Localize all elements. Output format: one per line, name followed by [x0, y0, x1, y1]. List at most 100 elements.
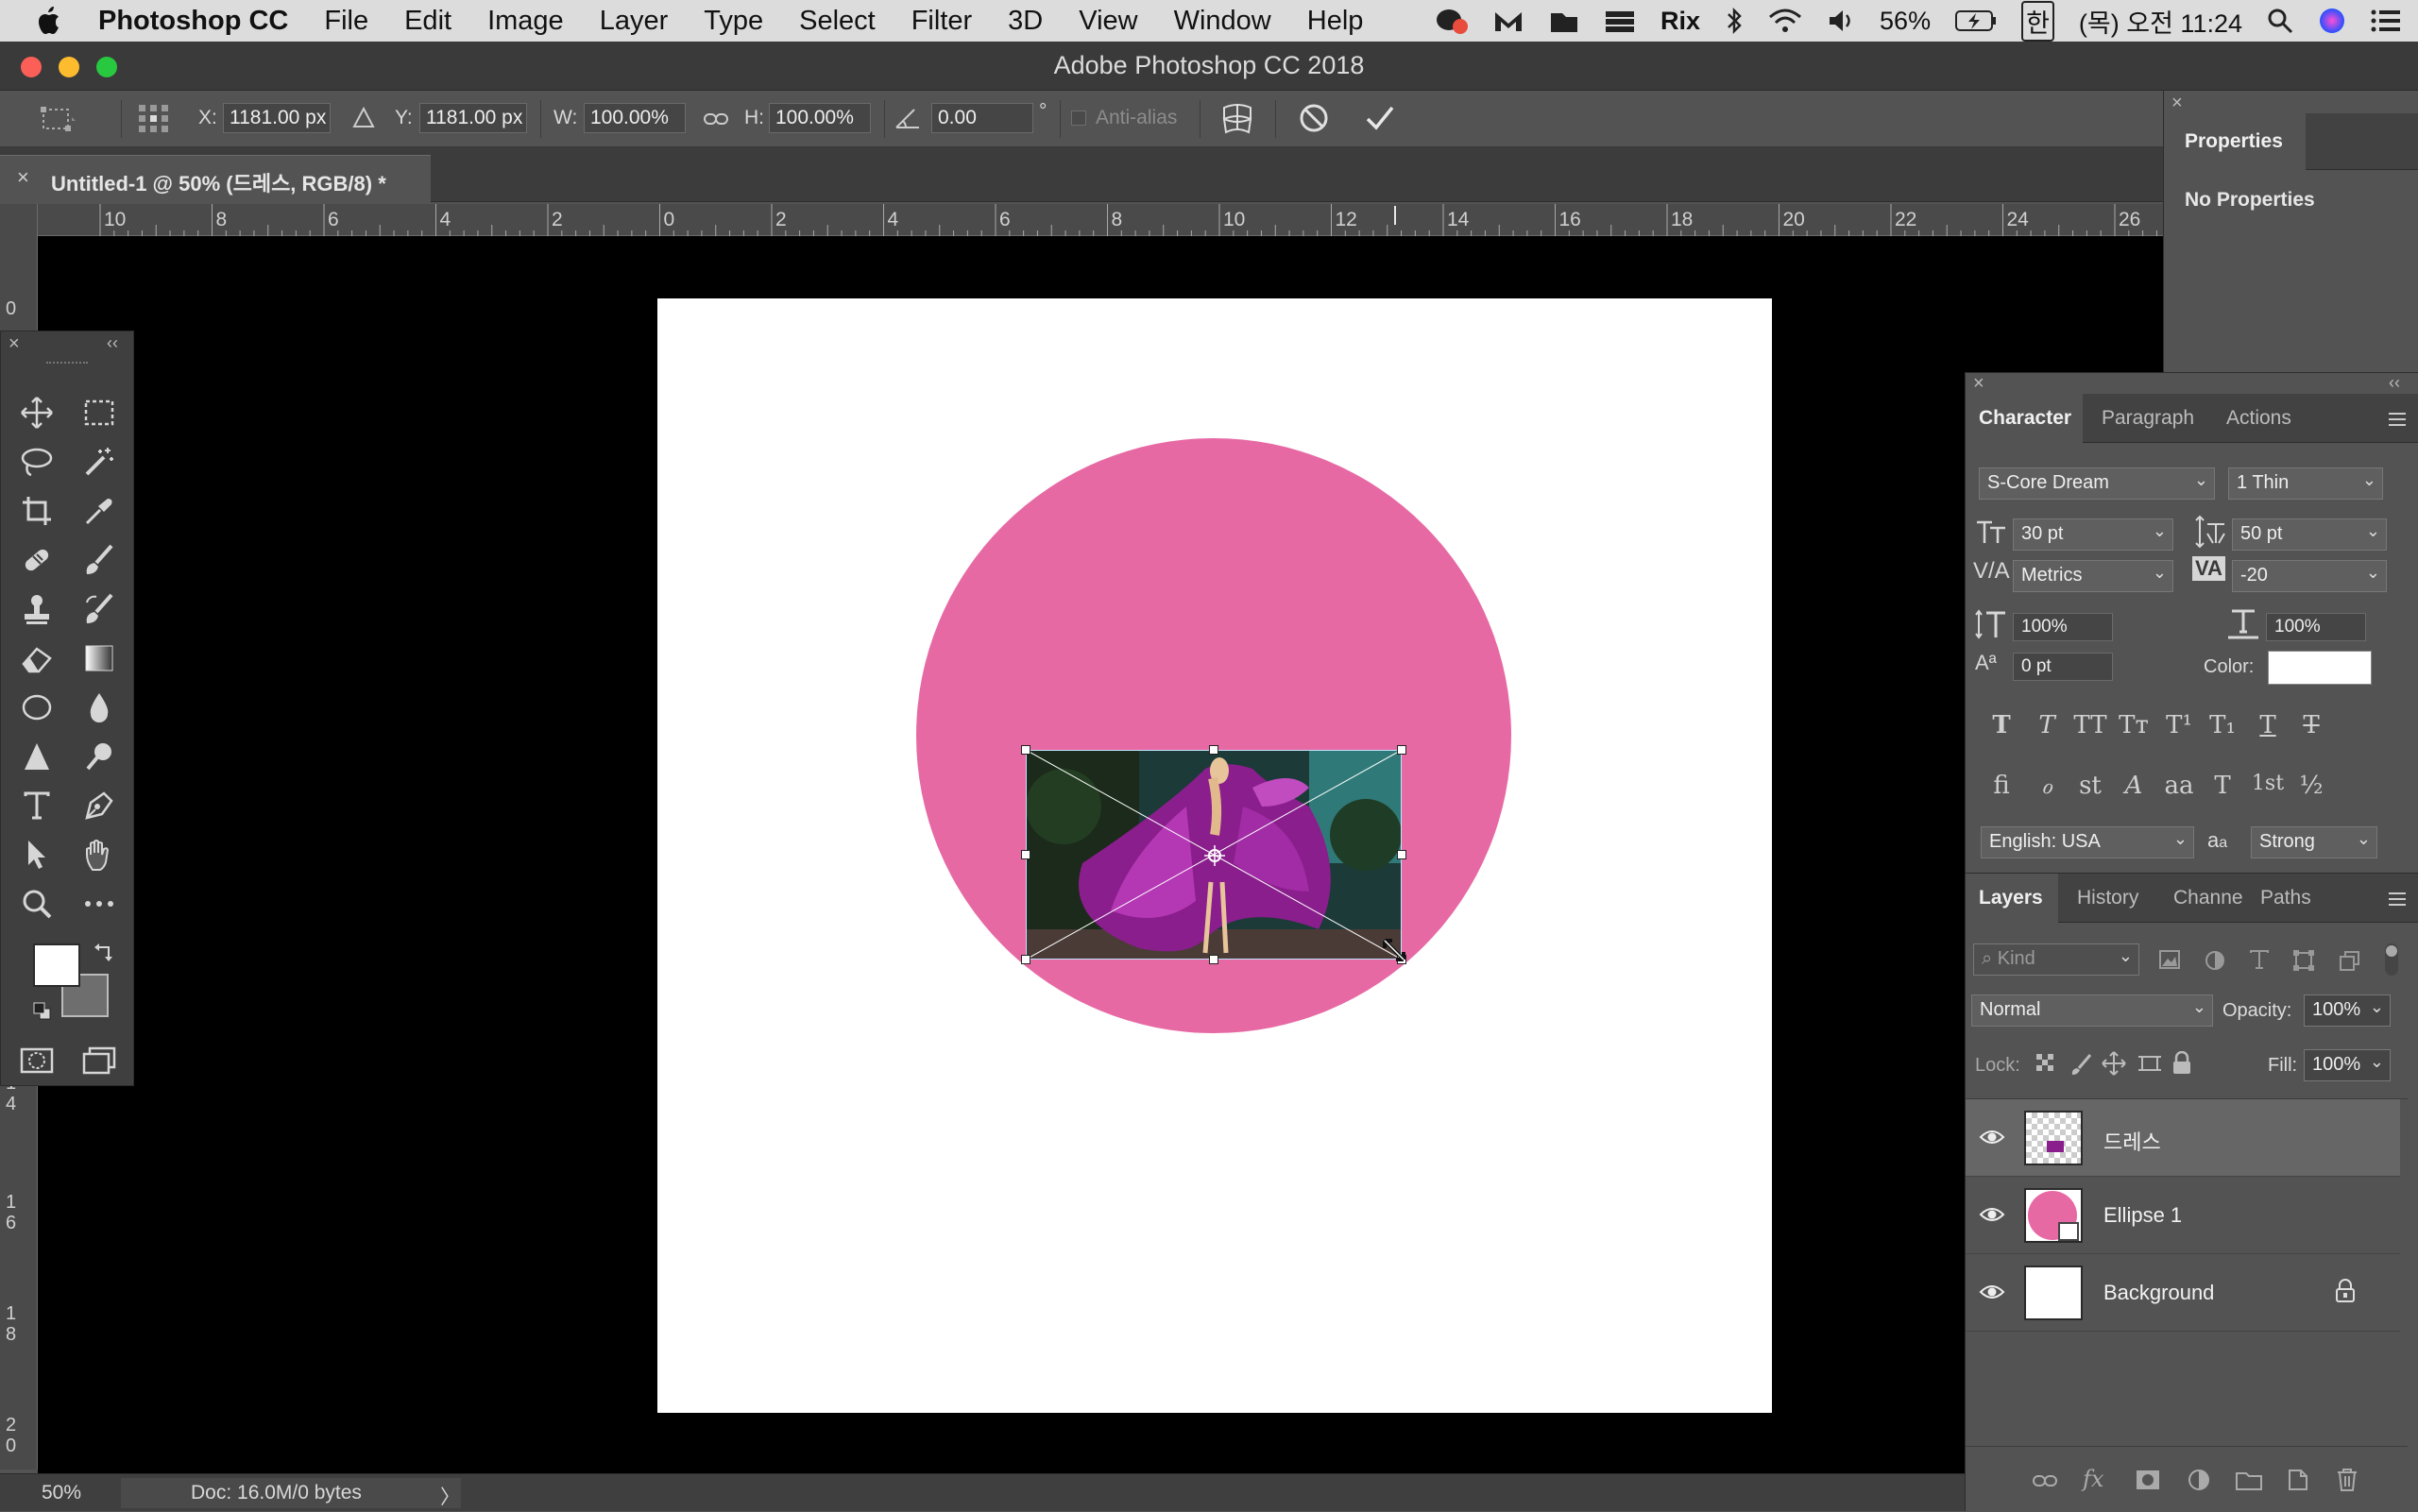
swap-colors-icon[interactable] [94, 942, 114, 962]
apple-icon[interactable] [38, 7, 60, 35]
clone-stamp-tool-icon[interactable] [18, 590, 56, 628]
font-family-dropdown[interactable]: S-Core Dream ⌄ [1979, 467, 2215, 500]
screen-mode-icon[interactable] [80, 1042, 118, 1079]
input-method[interactable]: 한 [2021, 0, 2054, 42]
hand-tool-icon[interactable] [80, 836, 118, 874]
tab-history[interactable]: History [2064, 874, 2152, 923]
menu-filter[interactable]: Filter [911, 6, 972, 37]
link-proportions-icon[interactable] [703, 110, 729, 128]
layer-name[interactable]: 드레스 [2103, 1126, 2161, 1156]
rotation-field[interactable]: 0.00 [931, 103, 1033, 133]
tab-properties[interactable]: Properties [2164, 113, 2306, 170]
layer-lock-icon[interactable] [2336, 1279, 2355, 1303]
menu-window[interactable]: Window [1174, 6, 1271, 37]
marquee-tool-icon[interactable] [80, 394, 118, 432]
menu-file[interactable]: File [324, 6, 368, 37]
fill-field[interactable]: 100% ⌄ [2304, 1049, 2391, 1081]
close-character-panel-icon[interactable]: × [1973, 373, 1984, 395]
relative-position-icon[interactable] [351, 106, 376, 130]
magic-wand-tool-icon[interactable] [80, 443, 118, 481]
wifi-icon[interactable] [1768, 8, 1802, 34]
lasso-tool-icon[interactable] [18, 443, 56, 481]
filter-shape-icon[interactable] [2292, 949, 2315, 972]
small-caps-button[interactable]: Tт [2113, 711, 2154, 739]
width-field[interactable]: 100.00% [584, 103, 686, 133]
height-field[interactable]: 100.00% [769, 103, 871, 133]
horizontal-ruler[interactable]: 10 8 6 4 2 0 2 4 6 8 10 12 14 16 18 20 22 24 26 [38, 204, 2163, 236]
zoom-level[interactable]: 50% [42, 1482, 81, 1504]
subscript-button[interactable]: T₁ [2202, 711, 2243, 739]
filter-pixel-icon[interactable] [2158, 949, 2181, 970]
transform-handle[interactable] [1209, 955, 1218, 964]
clock[interactable]: (목) 오전 11:24 [2079, 3, 2242, 40]
collapse-toolbox-icon[interactable]: ‹‹ [107, 333, 118, 353]
commit-transform-icon[interactable] [1364, 102, 1396, 134]
x-position-field[interactable]: 1181.00 px [223, 103, 331, 133]
crop-tool-icon[interactable] [18, 492, 56, 530]
tab-layers[interactable]: Layers [1966, 874, 2058, 923]
faux-italic-button[interactable]: T [2026, 711, 2068, 739]
chat-icon[interactable] [1436, 7, 1468, 35]
bluetooth-icon[interactable] [1725, 7, 1744, 35]
document-tab[interactable]: × Untitled-1 @ 50% (드레스, RGB/8) * [0, 155, 431, 202]
filter-smart-object-icon[interactable] [2338, 949, 2360, 972]
stylistic-alternates-button[interactable]: aa [2158, 772, 2200, 800]
close-properties-icon[interactable]: × [2171, 93, 2183, 114]
eyedropper-tool-icon[interactable] [80, 492, 118, 530]
more-tools-icon[interactable] [80, 885, 118, 923]
menu-app-name[interactable]: Photoshop CC [98, 6, 288, 37]
dodge-tool-icon[interactable] [80, 738, 118, 775]
reference-point-icon[interactable] [138, 104, 170, 134]
menu-edit[interactable]: Edit [404, 6, 451, 37]
language-dropdown[interactable]: English: USA ⌄ [1981, 826, 2194, 858]
sharpen-tool-icon[interactable] [18, 738, 56, 775]
lock-all-icon[interactable] [2171, 1051, 2192, 1076]
layer-effects-icon[interactable]: fx [2083, 1466, 2103, 1492]
layer-row-background[interactable]: Background [1966, 1254, 2400, 1332]
pen-tool-icon[interactable] [80, 787, 118, 824]
kerning-dropdown[interactable]: Metrics ⌄ [2013, 560, 2173, 592]
layer-row-ellipse[interactable]: Ellipse 1 [1966, 1177, 2400, 1254]
transform-handle[interactable] [1021, 850, 1030, 859]
baseline-shift-field[interactable]: 0 pt [2013, 653, 2113, 681]
m-app-icon[interactable] [1492, 7, 1524, 35]
zoom-tool-icon[interactable] [18, 885, 56, 923]
lock-position-icon[interactable] [2102, 1051, 2126, 1076]
horizontal-scale-field[interactable]: 100% [2266, 613, 2366, 641]
filter-adjustment-icon[interactable] [2204, 949, 2226, 972]
leading-field[interactable]: 50 pt ⌄ [2232, 518, 2387, 551]
status-menu-arrow[interactable]: 〉 [440, 1482, 460, 1510]
tracking-field[interactable]: -20 ⌄ [2232, 560, 2387, 592]
transform-handle[interactable] [1397, 745, 1406, 755]
brush-tool-icon[interactable] [80, 541, 118, 579]
transform-handle[interactable] [1021, 955, 1030, 964]
underline-button[interactable]: T [2247, 711, 2289, 739]
ordinals-button[interactable]: 1st [2247, 772, 2289, 795]
tab-actions[interactable]: Actions [2213, 394, 2305, 443]
filter-toggle[interactable] [2385, 943, 2398, 976]
strikethrough-button[interactable]: T [2290, 711, 2332, 739]
ellipse-tool-icon[interactable] [18, 688, 56, 726]
menu-3d[interactable]: 3D [1008, 6, 1043, 37]
character-panel-menu-icon[interactable] [2387, 411, 2408, 428]
menu-select[interactable]: Select [799, 6, 876, 37]
volume-icon[interactable] [1827, 8, 1855, 34]
transform-handle[interactable] [1021, 745, 1030, 755]
move-tool-icon[interactable] [18, 394, 56, 432]
siri-icon[interactable] [2318, 7, 2346, 35]
all-caps-button[interactable]: TT [2069, 711, 2111, 739]
tab-paths[interactable]: Paths [2247, 874, 2324, 923]
blur-tool-icon[interactable] [80, 688, 118, 726]
tab-channels[interactable]: Channel [2160, 874, 2243, 923]
y-position-field[interactable]: 1181.00 px [419, 103, 527, 133]
notification-center-icon[interactable] [2371, 8, 2401, 33]
new-group-icon[interactable] [2236, 1470, 2262, 1490]
discretionary-ligatures-button[interactable]: st [2069, 772, 2111, 800]
eraser-tool-icon[interactable] [18, 639, 56, 677]
battery-icon[interactable] [1955, 9, 1997, 32]
gradient-tool-icon[interactable] [80, 639, 118, 677]
menu-help[interactable]: Help [1307, 6, 1364, 37]
layers-panel-menu-icon[interactable] [2387, 891, 2408, 908]
layer-name[interactable]: Ellipse 1 [2103, 1203, 2182, 1228]
faux-bold-button[interactable]: T [1981, 711, 2022, 739]
